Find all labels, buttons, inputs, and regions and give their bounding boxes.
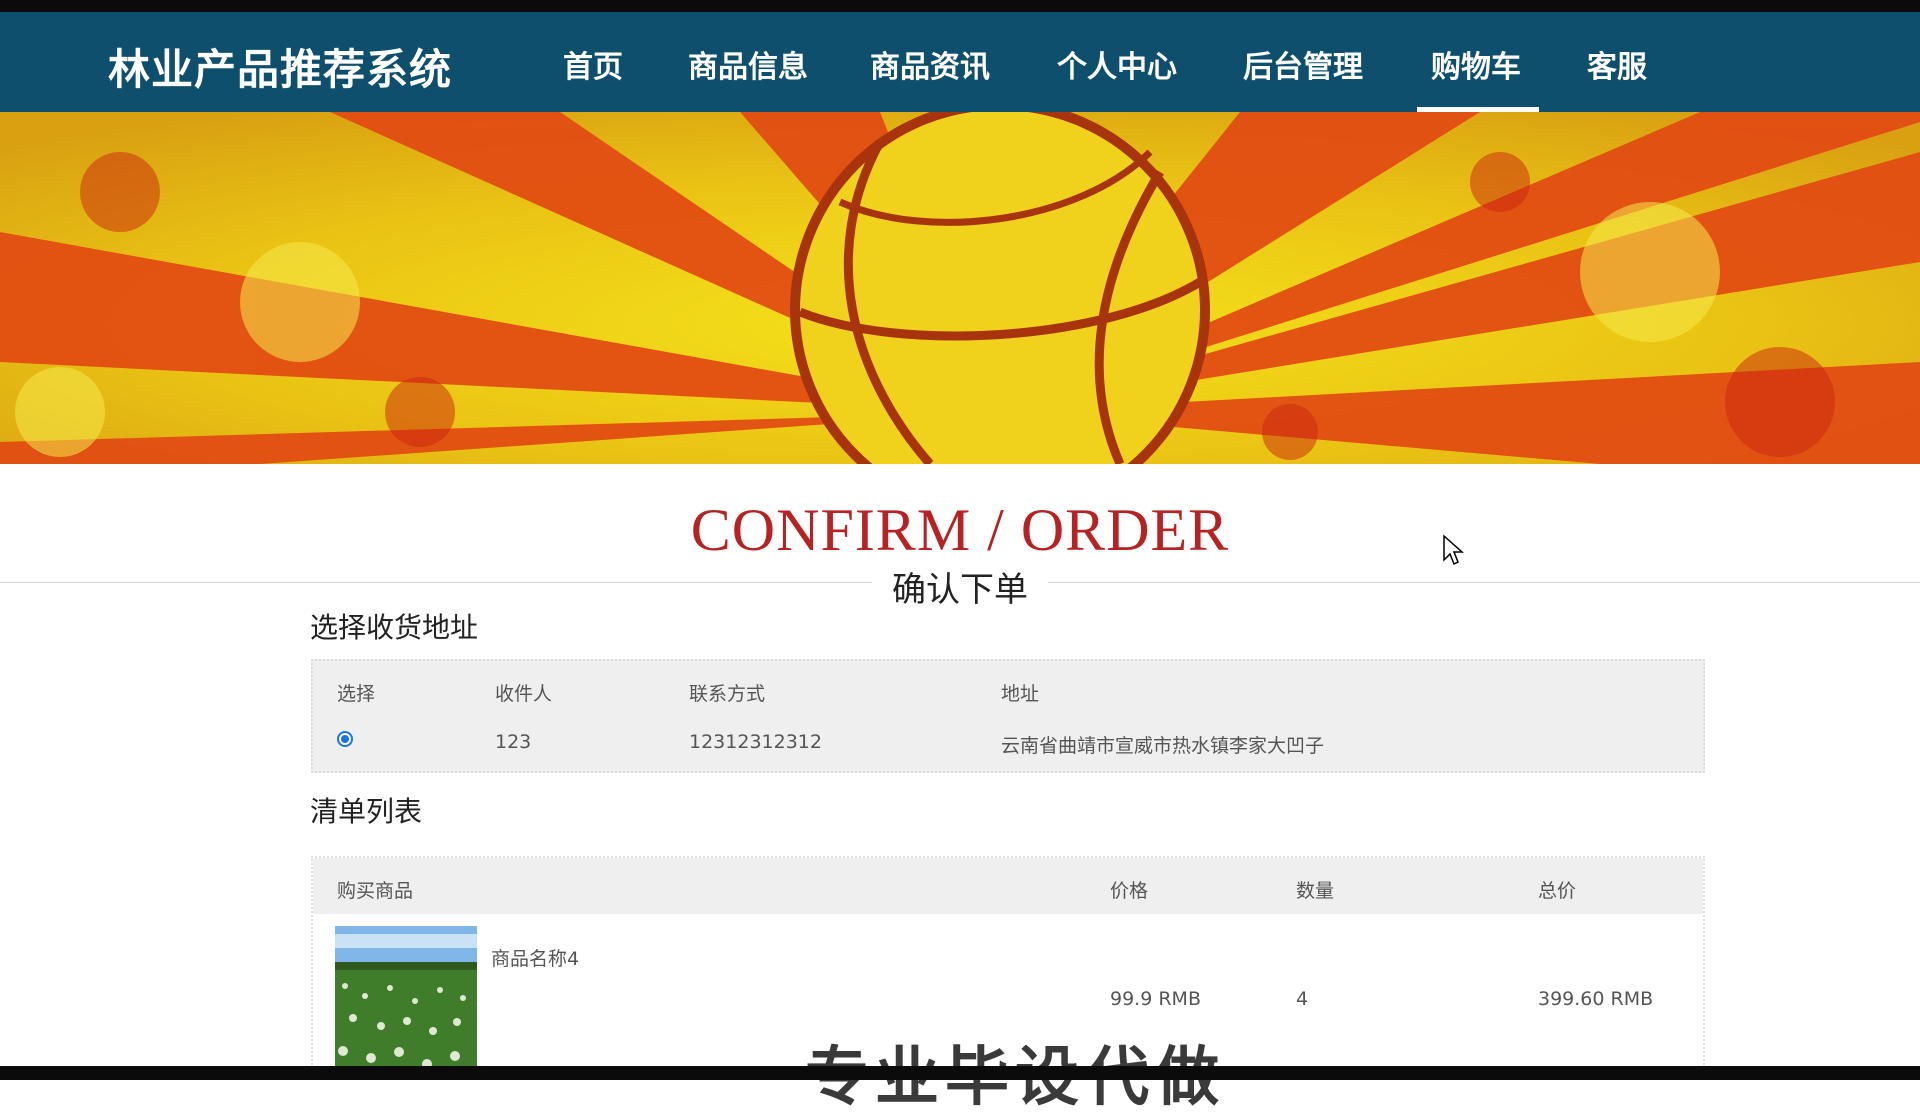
basketball-banner-image [0, 112, 1920, 464]
order-header-price: 价格 [1110, 880, 1149, 902]
order-header-quantity: 数量 [1296, 880, 1335, 902]
nav-menu: 首页 商品信息 商品资讯 个人中心 后台管理 购物车 客服 [0, 12, 1920, 112]
nav-item-profile[interactable]: 个人中心 [1057, 42, 1177, 86]
address-phone: 12312312312 [689, 731, 822, 753]
nav-item-service[interactable]: 客服 [1587, 42, 1647, 86]
address-header-address: 地址 [1001, 683, 1040, 705]
product-quantity: 4 [1296, 988, 1309, 1010]
product-name[interactable]: 商品名称4 [491, 944, 579, 971]
top-navigation: 林业产品推荐系统 首页 商品信息 商品资讯 个人中心 后台管理 购物车 客服 [0, 12, 1920, 112]
nav-item-admin[interactable]: 后台管理 [1243, 42, 1363, 86]
product-total: 399.60 RMB [1538, 988, 1654, 1010]
order-header-total: 总价 [1538, 880, 1577, 902]
address-header-select: 选择 [337, 683, 376, 705]
product-field-image [335, 926, 477, 1078]
page-title-area: CONFIRM / ORDER 确认下单 [0, 464, 1920, 611]
mouse-cursor-icon [1442, 534, 1464, 570]
address-section-title: 选择收货地址 [310, 611, 479, 644]
order-list-section-title: 清单列表 [310, 795, 423, 828]
hero-banner [0, 112, 1920, 464]
order-list-header: 购买商品 价格 数量 总价 [313, 858, 1703, 914]
address-header-phone: 联系方式 [689, 683, 766, 705]
address-text: 云南省曲靖市宣威市热水镇李家大凹子 [1001, 735, 1325, 757]
nav-item-home[interactable]: 首页 [563, 42, 623, 86]
address-header-recipient: 收件人 [495, 683, 553, 705]
nav-item-products[interactable]: 商品信息 [688, 42, 808, 86]
window-bottom-bar [0, 1066, 1920, 1080]
nav-item-news[interactable]: 商品资讯 [870, 42, 990, 86]
product-price: 99.9 RMB [1110, 988, 1201, 1010]
window-top-bar [0, 0, 1920, 12]
nav-item-cart[interactable]: 购物车 [1431, 42, 1521, 86]
address-table: 选择 收件人 联系方式 地址 123 12312312312 云南省曲靖市宣威市… [311, 659, 1705, 773]
address-select-radio[interactable] [337, 731, 353, 747]
page-title-cn: 确认下单 [872, 562, 1048, 611]
address-recipient: 123 [495, 731, 532, 753]
order-header-product: 购买商品 [337, 880, 414, 902]
page-title-en: CONFIRM / ORDER [690, 497, 1230, 563]
product-thumbnail[interactable] [335, 926, 477, 1078]
